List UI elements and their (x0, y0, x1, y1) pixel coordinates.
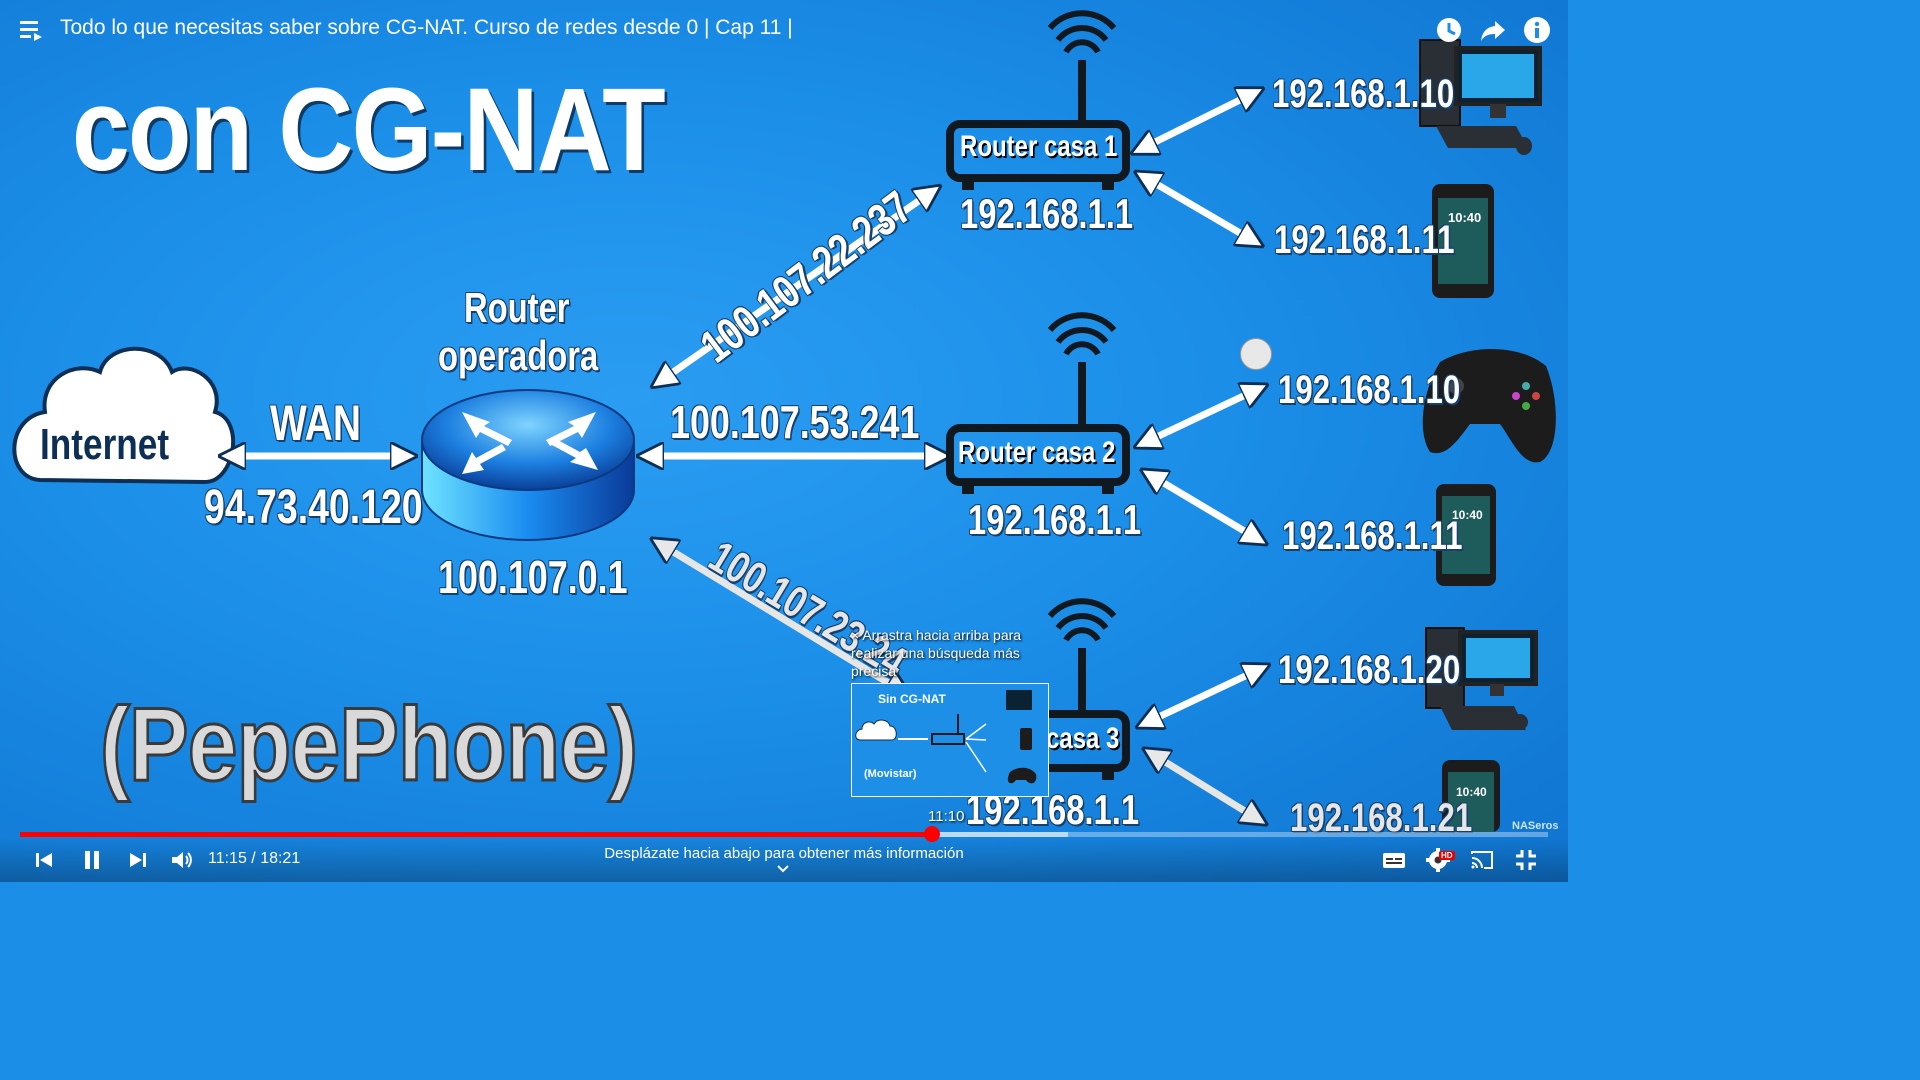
link-ip-2: 100.107.53.241 (670, 396, 920, 448)
seek-tooltip: × Arrastra hacia arriba para realizar un… (851, 626, 1051, 680)
thumb-isp: (Movistar) (864, 768, 917, 780)
device-arrow-2b (1152, 476, 1256, 538)
share-icon[interactable] (1478, 15, 1508, 45)
watch-later-icon[interactable] (1434, 15, 1464, 45)
device-arrow-1b (1146, 178, 1252, 240)
wan-ip: 94.73.40.120 (204, 481, 423, 534)
device-ip-3a: 192.168.1.20 (1278, 648, 1461, 692)
hd-badge: HD (1439, 851, 1455, 860)
isp-name: (PepePhone) (99, 686, 640, 805)
tooltip-close-icon[interactable]: × (851, 627, 859, 643)
seek-preview-time: 11:10 (928, 808, 965, 825)
device-ip-1b: 192.168.1.11 (1274, 218, 1455, 262)
subtitles-icon[interactable] (1380, 846, 1408, 874)
home-router-1-ip: 192.168.1.1 (960, 190, 1134, 237)
info-icon[interactable] (1522, 15, 1552, 45)
thumb-heading: Sin CG-NAT (878, 692, 946, 706)
device-ip-2b: 192.168.1.11 (1282, 514, 1463, 558)
home-router-1-label: Router casa 1 (960, 130, 1118, 163)
internet-label: Internet (40, 420, 170, 469)
device-arrow-3b (1154, 755, 1256, 818)
isp-router-ip: 100.107.0.1 (438, 551, 628, 603)
device-arrow-1a (1143, 94, 1252, 148)
home-router-3-label: casa 3 (1046, 722, 1120, 755)
video-title[interactable]: Todo lo que necesitas saber sobre CG-NAT… (60, 16, 793, 40)
device-arrow-3a (1148, 670, 1258, 722)
seek-preview-thumbnail: Sin CG-NAT (Movistar) (851, 683, 1049, 797)
playlist-icon[interactable] (20, 18, 46, 42)
exit-fullscreen-icon[interactable] (1512, 846, 1540, 874)
device-ip-2a: 192.168.1.10 (1278, 368, 1461, 412)
cursor-pointer (1240, 338, 1272, 370)
video-player[interactable]: 10:40 10:40 10:40 con CG-NAT (PepePhone)… (0, 0, 1568, 882)
chevron-down-icon[interactable] (776, 863, 790, 877)
isp-router-label-line1: Router (464, 284, 570, 331)
home-router-2-label: Router casa 2 (958, 436, 1116, 469)
home-router-2-ip: 192.168.1.1 (968, 496, 1142, 543)
watermark: NASeros (1512, 820, 1559, 832)
video-heading: con CG-NAT (72, 64, 666, 196)
tooltip-text: Arrastra hacia arriba para realizar una … (851, 627, 1022, 679)
cast-icon[interactable] (1468, 846, 1496, 874)
device-arrow-2a (1146, 390, 1256, 442)
device-ip-1a: 192.168.1.10 (1272, 72, 1455, 116)
isp-router-label-line2: operadora (438, 332, 599, 379)
progress-played (20, 832, 933, 837)
isp-router-icon (421, 389, 635, 541)
wan-label: WAN (270, 395, 361, 451)
scroll-hint[interactable]: Desplázate hacia abajo para obtener más … (0, 845, 1568, 862)
